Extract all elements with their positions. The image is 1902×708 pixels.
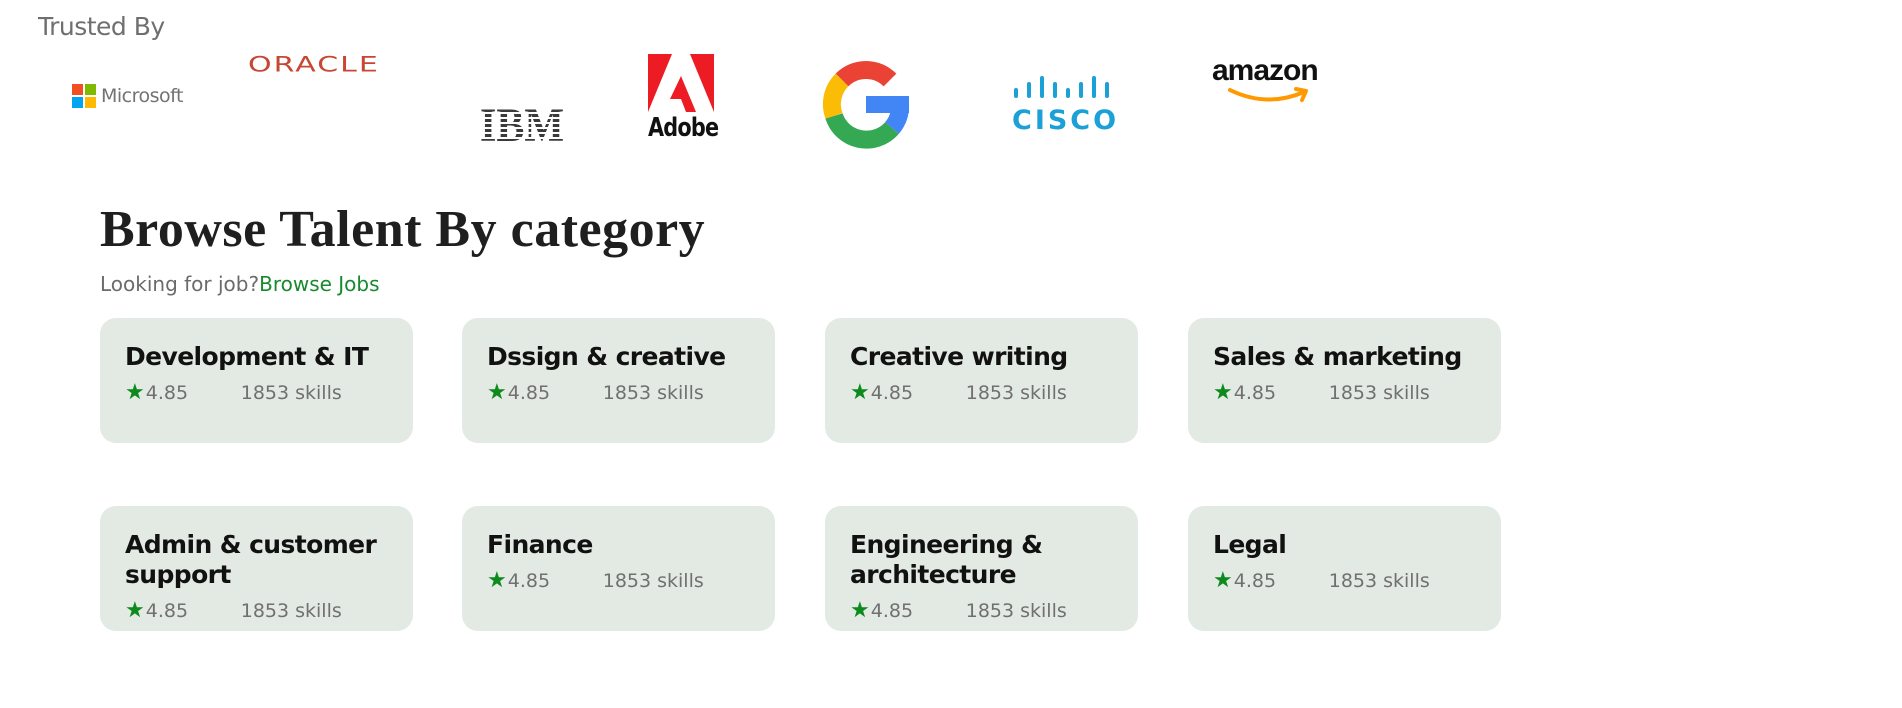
- microsoft-logo-text: Microsoft: [101, 85, 183, 107]
- google-g-icon: [822, 61, 910, 149]
- amazon-logo: amazon: [1212, 56, 1332, 111]
- category-rating: 4.85: [507, 382, 551, 404]
- star-icon: ★: [125, 598, 145, 623]
- category-rating: 4.85: [507, 570, 551, 592]
- cisco-bars-icon: [1014, 76, 1109, 98]
- star-icon: ★: [1213, 380, 1233, 405]
- job-prompt: Looking for job?Browse Jobs: [100, 272, 380, 296]
- category-card[interactable]: Creative writing ★ 4.85 1853 skills: [825, 318, 1138, 443]
- browse-jobs-link[interactable]: Browse Jobs: [259, 272, 379, 296]
- category-skills: 1853 skills: [965, 600, 1067, 622]
- microsoft-windows-icon: [72, 84, 96, 108]
- category-meta: ★ 4.85 1853 skills: [125, 598, 389, 623]
- category-skills: 1853 skills: [602, 382, 704, 404]
- star-icon: ★: [1213, 568, 1233, 593]
- category-title: Legal: [1213, 530, 1287, 559]
- category-skills: 1853 skills: [240, 382, 342, 404]
- cisco-logo: CISCO: [1012, 76, 1119, 136]
- trusted-by-title: Trusted By: [38, 12, 165, 41]
- category-card[interactable]: Finance ★ 4.85 1853 skills: [462, 506, 775, 631]
- ibm-logo-text: IBM: [480, 104, 564, 144]
- star-icon: ★: [850, 380, 870, 405]
- category-title: Sales & marketing: [1213, 342, 1462, 371]
- category-meta: ★ 4.85 1853 skills: [487, 568, 751, 593]
- adobe-logo-text: Adobe: [648, 113, 719, 143]
- category-rating: 4.85: [145, 600, 189, 622]
- category-title: Finance: [487, 530, 593, 559]
- category-card[interactable]: Dssign & creative ★ 4.85 1853 skills: [462, 318, 775, 443]
- category-title: Admin & customer support: [125, 530, 377, 589]
- star-icon: ★: [487, 380, 507, 405]
- star-icon: ★: [125, 380, 145, 405]
- category-card[interactable]: Engineering & architecture ★ 4.85 1853 skil…: [825, 506, 1138, 631]
- category-meta: ★ 4.85 1853 skills: [487, 380, 751, 405]
- category-skills: 1853 skills: [1328, 382, 1430, 404]
- category-title: Creative writing: [850, 342, 1068, 371]
- category-title: Dssign & creative: [487, 342, 726, 371]
- star-icon: ★: [850, 598, 870, 623]
- category-rating: 4.85: [870, 600, 914, 622]
- category-title: Development & IT: [125, 342, 369, 371]
- oracle-logo: ORACLE: [248, 52, 380, 78]
- microsoft-logo: Microsoft: [72, 84, 183, 108]
- amazon-smile-icon: [1228, 87, 1308, 102]
- ibm-logo: IBM: [480, 104, 564, 149]
- category-card[interactable]: Legal ★ 4.85 1853 skills: [1188, 506, 1501, 631]
- category-rating: 4.85: [870, 382, 914, 404]
- category-skills: 1853 skills: [965, 382, 1067, 404]
- category-rating: 4.85: [1233, 382, 1277, 404]
- adobe-logo: Adobe: [648, 54, 719, 143]
- category-title: Engineering & architecture: [850, 530, 1043, 589]
- adobe-icon: [648, 54, 714, 112]
- category-skills: 1853 skills: [1328, 570, 1430, 592]
- amazon-logo-text: amazon: [1212, 54, 1319, 87]
- category-meta: ★ 4.85 1853 skills: [850, 598, 1114, 623]
- category-skills: 1853 skills: [240, 600, 342, 622]
- category-card[interactable]: Sales & marketing ★ 4.85 1853 skills: [1188, 318, 1501, 443]
- star-icon: ★: [487, 568, 507, 593]
- category-skills: 1853 skills: [602, 570, 704, 592]
- category-meta: ★ 4.85 1853 skills: [850, 380, 1114, 405]
- category-meta: ★ 4.85 1853 skills: [1213, 380, 1477, 405]
- cisco-logo-text: CISCO: [1012, 105, 1120, 136]
- section-title: Browse Talent By category: [100, 201, 706, 258]
- category-card[interactable]: Admin & customer support ★ 4.85 1853 skills: [100, 506, 413, 631]
- google-logo: [820, 58, 912, 155]
- category-rating: 4.85: [1233, 570, 1277, 592]
- category-card[interactable]: Development & IT ★ 4.85 1853 skills: [100, 318, 413, 443]
- category-rating: 4.85: [145, 382, 189, 404]
- job-prompt-text: Looking for job?: [100, 272, 260, 296]
- category-meta: ★ 4.85 1853 skills: [125, 380, 389, 405]
- category-meta: ★ 4.85 1853 skills: [1213, 568, 1477, 593]
